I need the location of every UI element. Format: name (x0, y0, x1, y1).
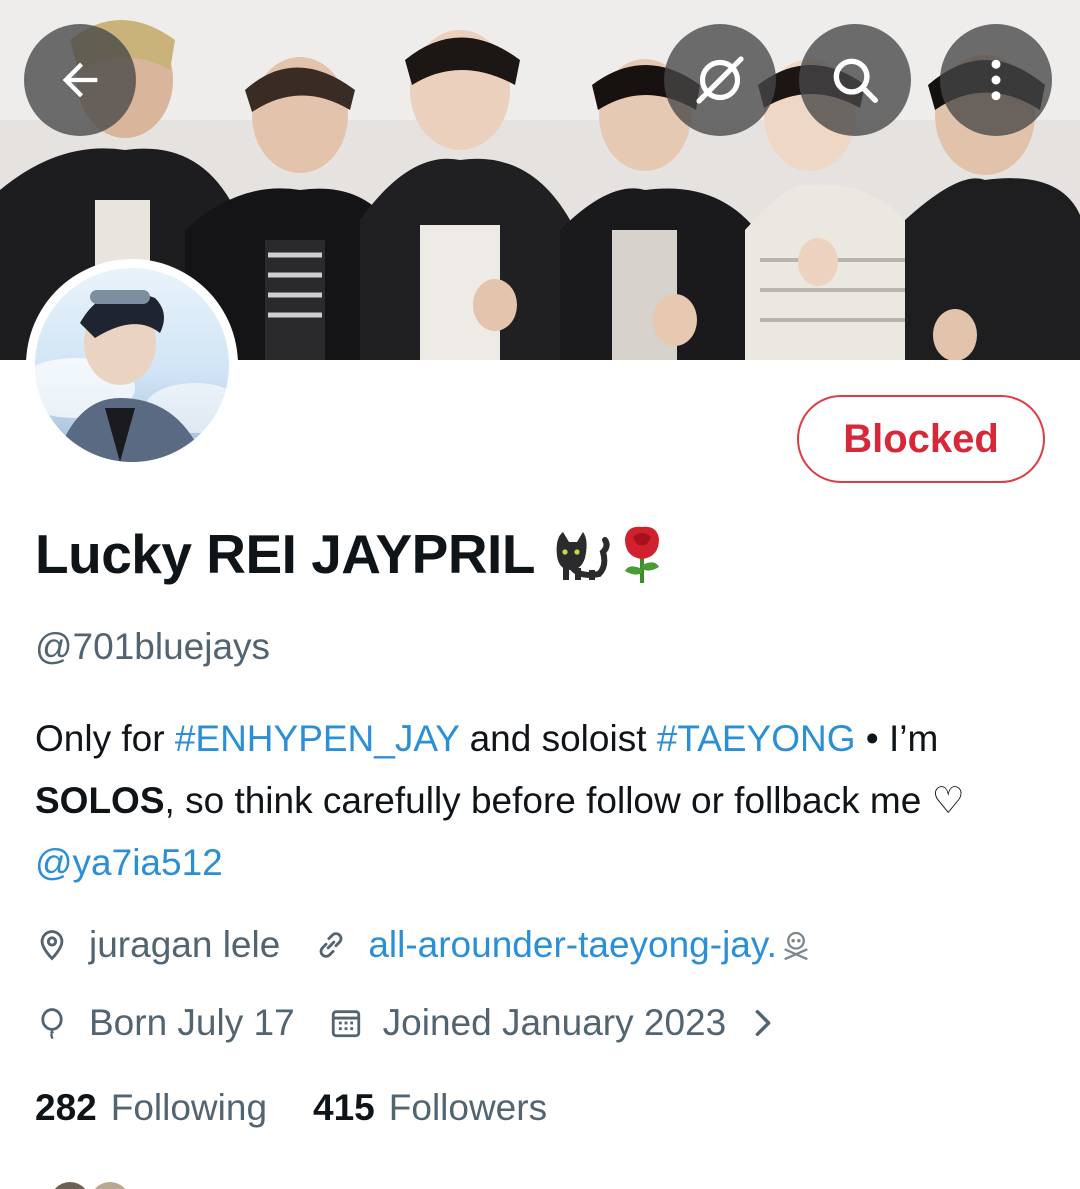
profile-page: Blocked Lucky REI JAYPRIL @701bluejays O… (0, 0, 1080, 1189)
location-item: juragan lele (35, 924, 280, 966)
profile-avatar[interactable] (26, 259, 238, 471)
calendar-icon (329, 1006, 363, 1040)
followers-count: 415 (313, 1087, 375, 1128)
blocked-button[interactable]: Blocked (797, 395, 1045, 483)
grok-slash-icon (696, 56, 744, 104)
display-name-text: Lucky REI JAYPRIL (35, 523, 535, 585)
avatar-image (35, 268, 229, 462)
bio-text: • I’m (855, 718, 939, 759)
profile-meta-row-1: juragan lele all-arounder-taeyong-jay. (35, 924, 813, 966)
bio-bold-text: SOLOS (35, 780, 165, 821)
more-vertical-icon (991, 59, 1001, 101)
following-stat[interactable]: 282 Following (35, 1087, 267, 1129)
website-link[interactable]: all-arounder-taeyong-jay. (368, 924, 777, 966)
black-cat-emoji-icon (549, 526, 611, 582)
arrow-left-icon (62, 62, 98, 98)
followed-by-avatars (54, 1182, 126, 1189)
display-name: Lucky REI JAYPRIL (35, 522, 669, 586)
hashtag-link[interactable]: #TAEYONG (657, 718, 856, 759)
user-handle: @701bluejays (35, 626, 271, 667)
back-button[interactable] (24, 24, 136, 136)
joined-text: Joined January 2023 (382, 1002, 727, 1043)
joined-item[interactable]: Joined January 2023 (329, 1002, 777, 1044)
rose-emoji-icon (615, 523, 669, 585)
followers-label: Followers (388, 1087, 548, 1128)
location-pin-icon (35, 926, 69, 964)
bio-text: and soloist (459, 718, 657, 759)
chevron-right-icon[interactable] (750, 1006, 776, 1040)
hashtag-link[interactable]: #ENHYPEN_JAY (175, 718, 459, 759)
birthday-item: Born July 17 (35, 1002, 295, 1044)
link-icon (314, 928, 348, 962)
bio-text: , so think carefully before follow or fo… (164, 780, 965, 821)
search-button[interactable] (799, 24, 911, 136)
birthday-text: Born July 17 (89, 1002, 295, 1043)
follow-stats: 282 Following 415 Followers (35, 1087, 547, 1129)
profile-meta-row-2: Born July 17 Joined January 2023 (35, 1002, 776, 1044)
followers-stat[interactable]: 415 Followers (313, 1087, 547, 1129)
bio-text: Only for (35, 718, 175, 759)
grok-button[interactable] (664, 24, 776, 136)
following-count: 282 (35, 1087, 97, 1128)
more-options-button[interactable] (940, 24, 1052, 136)
balloon-icon (35, 1004, 69, 1042)
profile-bio: Only for #ENHYPEN_JAY and soloist #TAEYO… (35, 708, 1055, 894)
website-item[interactable]: all-arounder-taeyong-jay. (314, 924, 813, 966)
search-icon (833, 58, 878, 103)
mention-link[interactable]: @ya7ia512 (35, 842, 223, 883)
following-label: Following (110, 1087, 268, 1128)
skull-crossbones-icon (779, 928, 813, 962)
location-text: juragan lele (89, 924, 281, 965)
